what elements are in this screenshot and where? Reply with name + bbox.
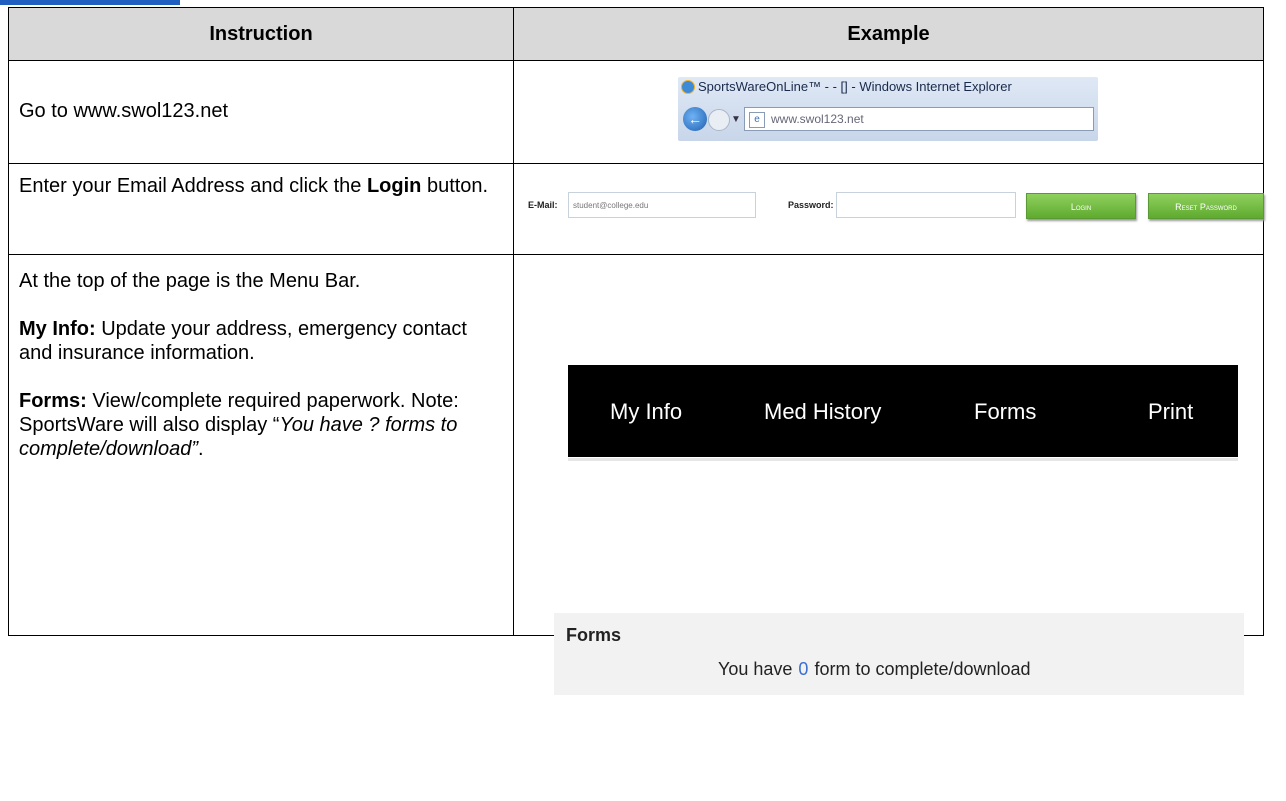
page-icon: e	[749, 111, 765, 128]
instruction-cell: At the top of the page is the Menu Bar. …	[8, 254, 514, 636]
instruction-header: Instruction	[8, 7, 514, 61]
forms-count[interactable]: 0	[798, 659, 808, 679]
instruction-cell: Enter your Email Address and click the L…	[8, 163, 514, 255]
menu-item-print[interactable]: Print	[1148, 399, 1193, 425]
browser-title: SportsWareOnLine™ - - [] - Windows Inter…	[698, 79, 1012, 94]
forward-arrow-icon[interactable]	[708, 109, 730, 131]
example-header: Example	[513, 7, 1264, 61]
menu-bar-shadow	[568, 458, 1238, 461]
browser-window: SportsWareOnLine™ - - [] - Windows Inter…	[678, 77, 1098, 141]
menu-item-my-info[interactable]: My Info	[610, 399, 682, 425]
address-text: www.swol123.net	[771, 112, 864, 126]
forms-end: .	[198, 438, 204, 460]
back-arrow-icon[interactable]: ←	[683, 107, 707, 131]
menu-bar-intro: At the top of the page is the Menu Bar.	[19, 270, 361, 292]
email-field[interactable]: student@college.edu	[568, 192, 756, 218]
reset-password-button[interactable]: Reset Password	[1148, 193, 1264, 219]
menu-item-med-history[interactable]: Med History	[764, 399, 881, 425]
password-label: Password:	[788, 200, 834, 210]
login-form: E-Mail: student@college.edu Password: Lo…	[528, 190, 1268, 224]
email-label: E-Mail:	[528, 200, 558, 210]
instruction-cell: Go to www.swol123.net	[8, 60, 514, 164]
password-field[interactable]	[836, 192, 1016, 218]
forms-label: Forms:	[19, 390, 87, 412]
example-cell: My Info Med History Forms Print Forms Yo…	[513, 254, 1264, 695]
instruction-text-part: Enter your Email Address and click the	[19, 175, 367, 197]
history-dropdown-icon[interactable]: ▼	[731, 114, 741, 125]
table-row: At the top of the page is the Menu Bar. …	[8, 254, 1264, 695]
forms-status-message: You have 0 form to complete/download	[718, 659, 1031, 680]
forms-msg-prefix: You have	[718, 659, 793, 679]
forms-panel: Forms You have 0 form to complete/download	[554, 613, 1244, 695]
forms-msg-suffix: form to complete/download	[814, 659, 1031, 679]
table-row: Go to www.swol123.net SportsWareOnLine™ …	[8, 60, 1264, 164]
myinfo-label: My Info:	[19, 318, 96, 340]
instruction-text: Enter your Email Address and click the L…	[9, 164, 513, 198]
login-keyword: Login	[366, 175, 422, 197]
instruction-text: Go to www.swol123.net	[19, 100, 228, 122]
instruction-table: Instruction Example Go to www.swol123.ne…	[8, 7, 1264, 695]
forms-description: Forms: View/complete required paperwork.…	[19, 389, 503, 461]
table-row: Enter your Email Address and click the L…	[8, 163, 1264, 255]
table-header-row: Instruction Example	[8, 7, 1264, 61]
menu-item-forms[interactable]: Forms	[974, 399, 1036, 425]
instruction-text-part: button.	[421, 175, 489, 197]
example-cell: SportsWareOnLine™ - - [] - Windows Inter…	[513, 60, 1264, 164]
example-cell: E-Mail: student@college.edu Password: Lo…	[513, 163, 1264, 255]
ie-logo-icon	[681, 80, 695, 94]
login-button[interactable]: Login	[1026, 193, 1136, 219]
address-bar[interactable]: e www.swol123.net	[744, 107, 1094, 131]
forms-panel-title: Forms	[566, 625, 622, 645]
header-accent-bar	[0, 0, 180, 5]
myinfo-description: My Info: Update your address, emergency …	[19, 317, 503, 365]
menu-bar: My Info Med History Forms Print	[568, 365, 1238, 457]
instruction-text: At the top of the page is the Menu Bar. …	[9, 255, 513, 461]
